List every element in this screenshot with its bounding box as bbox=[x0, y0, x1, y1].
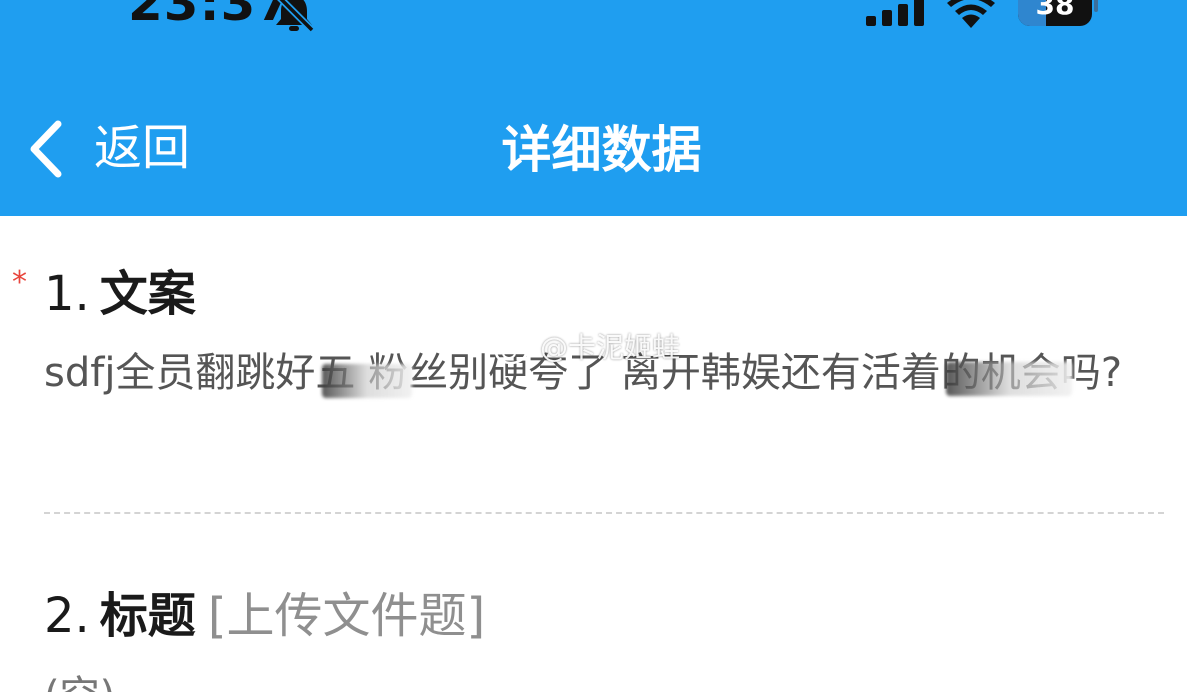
question-2-hint: [上传文件题] bbox=[207, 588, 486, 644]
question-2-number: 2. bbox=[44, 588, 90, 644]
watermark-text: @卡泥姬蛙 bbox=[540, 331, 681, 364]
battery-nub bbox=[1094, 0, 1098, 12]
required-marker: * bbox=[12, 265, 27, 300]
header-bar: 23:37 38 返回 详细数据 bbox=[0, 0, 1187, 216]
question-1-number: 1. bbox=[44, 266, 90, 322]
battery-body: 38 bbox=[1018, 0, 1092, 26]
detail-screen: 23:37 38 返回 详细数据 * 1. 文案 sdfj全员翻跳好五 粉丝别硬… bbox=[0, 0, 1187, 692]
question-2-name: 标题 bbox=[99, 588, 196, 644]
signal-icon bbox=[866, 0, 924, 26]
weibo-icon bbox=[494, 335, 532, 365]
wifi-icon bbox=[947, 0, 995, 28]
watermark: @卡泥姬蛙 bbox=[494, 326, 680, 366]
section-divider bbox=[44, 512, 1164, 514]
redaction-mark bbox=[322, 364, 412, 398]
bell-off-icon bbox=[276, 0, 315, 32]
question-1-title: 1. 文案 bbox=[44, 264, 196, 324]
page-title: 详细数据 bbox=[501, 121, 702, 179]
redaction-mark bbox=[946, 362, 1072, 396]
question-2-title: 2. 标题 [上传文件题] bbox=[44, 586, 485, 646]
battery-percent: 38 bbox=[1035, 0, 1075, 21]
question-2-answer: (空) bbox=[44, 670, 115, 692]
battery-icon: 38 bbox=[1018, 0, 1098, 28]
question-1-name: 文案 bbox=[99, 266, 196, 322]
status-time: 23:37 bbox=[128, 0, 293, 32]
